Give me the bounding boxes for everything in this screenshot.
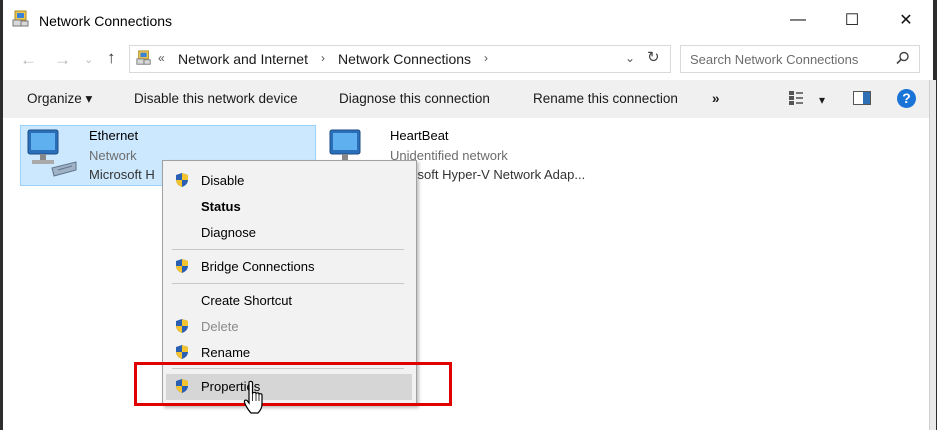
menu-item-bridge-connections[interactable]: Bridge Connections — [201, 259, 314, 274]
uac-shield-icon — [176, 345, 188, 359]
scrollbar[interactable] — [929, 80, 936, 430]
menu-item-disable[interactable]: Disable — [201, 173, 244, 188]
connection-adapter: rosoft Hyper-V Network Adap... — [406, 167, 586, 182]
rename-connection-button[interactable]: Rename this connection — [533, 91, 678, 106]
breadcrumb-separator-icon[interactable]: › — [484, 51, 488, 65]
breadcrumb-network-connections[interactable]: Network Connections — [338, 51, 471, 67]
disable-device-button[interactable]: Disable this network device — [134, 91, 298, 106]
uac-shield-icon — [176, 259, 188, 273]
up-arrow-icon[interactable]: ↑ — [107, 48, 116, 68]
menu-item-status[interactable]: Status — [201, 199, 241, 214]
organize-button[interactable]: Organize ▾ — [27, 91, 92, 107]
recent-locations-chevron-icon[interactable]: ⌄ — [84, 53, 93, 66]
more-commands-button[interactable]: » — [712, 91, 720, 106]
breadcrumb-network-and-internet[interactable]: Network and Internet — [178, 51, 308, 67]
search-icon[interactable] — [896, 51, 910, 65]
menu-item-rename[interactable]: Rename — [201, 345, 250, 360]
uac-shield-icon — [176, 173, 188, 187]
window-left-edge — [0, 0, 3, 430]
refresh-icon[interactable]: ↻ — [647, 48, 660, 66]
address-dropdown-icon[interactable]: ⌄ — [625, 51, 635, 65]
connection-name[interactable]: HeartBeat — [390, 128, 449, 143]
view-options-dropdown-icon[interactable]: ▾ — [819, 93, 825, 107]
connection-status: Network — [89, 148, 137, 163]
close-button[interactable]: ✕ — [883, 0, 929, 40]
change-view-icon[interactable] — [788, 90, 804, 106]
address-location-icon — [136, 50, 151, 65]
connection-adapter: Microsoft H — [89, 167, 155, 182]
hand-cursor-icon — [243, 380, 263, 414]
menu-separator — [172, 249, 404, 250]
menu-item-create-shortcut[interactable]: Create Shortcut — [201, 293, 292, 308]
network-connections-icon — [12, 10, 29, 27]
forward-arrow-icon[interactable]: → — [54, 50, 71, 70]
uac-shield-icon — [176, 319, 188, 333]
window-title: Network Connections — [39, 13, 173, 29]
connection-name: Ethernet — [89, 128, 139, 143]
highlight-annotation-box — [134, 362, 452, 406]
ethernet-adapter-icon — [27, 129, 77, 177]
minimize-button[interactable]: — — [775, 0, 821, 40]
help-icon[interactable]: ? — [897, 89, 916, 108]
search-placeholder: Search Network Connections — [690, 52, 859, 67]
preview-pane-icon[interactable] — [853, 91, 871, 105]
diagnose-connection-button[interactable]: Diagnose this connection — [339, 91, 490, 106]
maximize-button[interactable]: ☐ — [829, 0, 875, 40]
menu-item-diagnose[interactable]: Diagnose — [201, 225, 256, 240]
address-overflow-icon[interactable]: « — [158, 51, 165, 65]
menu-separator — [172, 283, 404, 284]
back-arrow-icon[interactable]: ← — [20, 50, 37, 70]
breadcrumb-separator-icon[interactable]: › — [321, 51, 325, 65]
menu-item-delete: Delete — [201, 319, 239, 334]
